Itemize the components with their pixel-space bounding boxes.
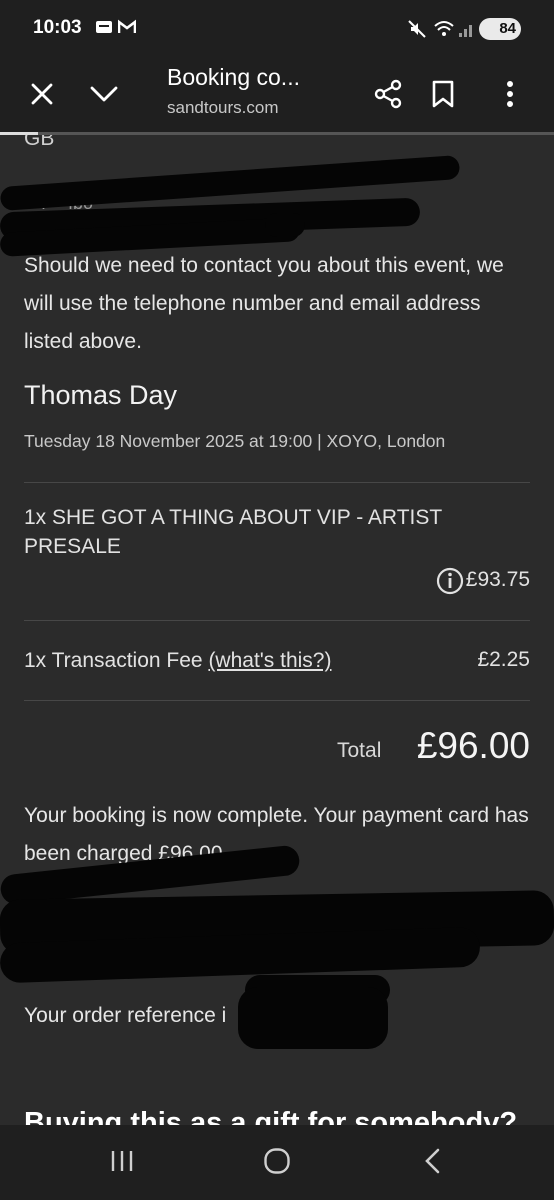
info-icon[interactable]: [436, 567, 464, 599]
page-url: sandtours.com: [167, 98, 279, 117]
transaction-fee-label: 1x Transaction Fee: [24, 649, 203, 672]
recent-apps-icon: [109, 1149, 135, 1177]
divider: [24, 700, 530, 701]
share-icon: [373, 79, 403, 113]
back-button[interactable]: [412, 1145, 452, 1181]
divider: [24, 482, 530, 483]
minimize-button[interactable]: [84, 76, 124, 116]
transaction-fee-row: 1x Transaction Fee (what's this?): [24, 646, 504, 675]
status-bar: 10:03 84: [0, 0, 554, 58]
battery-icon: 84: [479, 18, 521, 40]
ticket-item-label: 1x SHE GOT A THING ABOUT VIP - ARTIST PR…: [24, 506, 442, 558]
country-value: GB: [24, 135, 55, 150]
bookmark-button[interactable]: [423, 76, 463, 116]
recent-apps-button[interactable]: [102, 1145, 142, 1181]
more-options-button[interactable]: [490, 76, 530, 116]
custom-tab-toolbar: Booking co... sandtours.com: [0, 58, 554, 134]
order-reference: Your order reference i: [24, 1004, 227, 1027]
close-icon: [30, 82, 54, 110]
booking-confirmation: GB ·· ı ·· ıbo Should we need to contact…: [0, 135, 554, 1125]
event-date-venue: Tuesday 18 November 2025 at 19:00 | XOYO…: [24, 431, 446, 451]
total-label: Total: [337, 739, 382, 762]
event-name: Thomas Day: [24, 380, 178, 410]
close-button[interactable]: [22, 76, 62, 116]
ticket-item-price: £93.75: [465, 568, 530, 591]
redaction-mark: [238, 987, 388, 1049]
signal-icon: [458, 19, 476, 43]
system-navigation-bar: [0, 1125, 554, 1200]
share-button[interactable]: [368, 76, 408, 116]
home-icon: [263, 1147, 291, 1179]
battery-level: 84: [499, 20, 516, 37]
total-value: £96.00: [416, 725, 530, 766]
redaction-mark: [265, 213, 305, 237]
wifi-icon: [433, 19, 455, 43]
transaction-fee-price: £2.25: [477, 648, 530, 671]
divider: [24, 620, 530, 621]
whats-this-link[interactable]: (what's this?): [208, 649, 331, 672]
status-time: 10:03: [33, 17, 82, 38]
gmail-icon: [117, 19, 137, 39]
back-icon: [423, 1148, 441, 1178]
bookmark-icon: [431, 80, 455, 112]
mute-icon: [407, 19, 427, 43]
gift-heading: Buying this as a gift for somebody?: [24, 1107, 518, 1125]
contact-note: Should we need to contact you about this…: [24, 254, 504, 353]
chevron-down-icon: [90, 85, 118, 107]
more-vert-icon: [506, 80, 514, 112]
page-title: Booking co...: [167, 64, 300, 90]
home-button[interactable]: [257, 1145, 297, 1181]
mail-icon: [95, 19, 113, 39]
